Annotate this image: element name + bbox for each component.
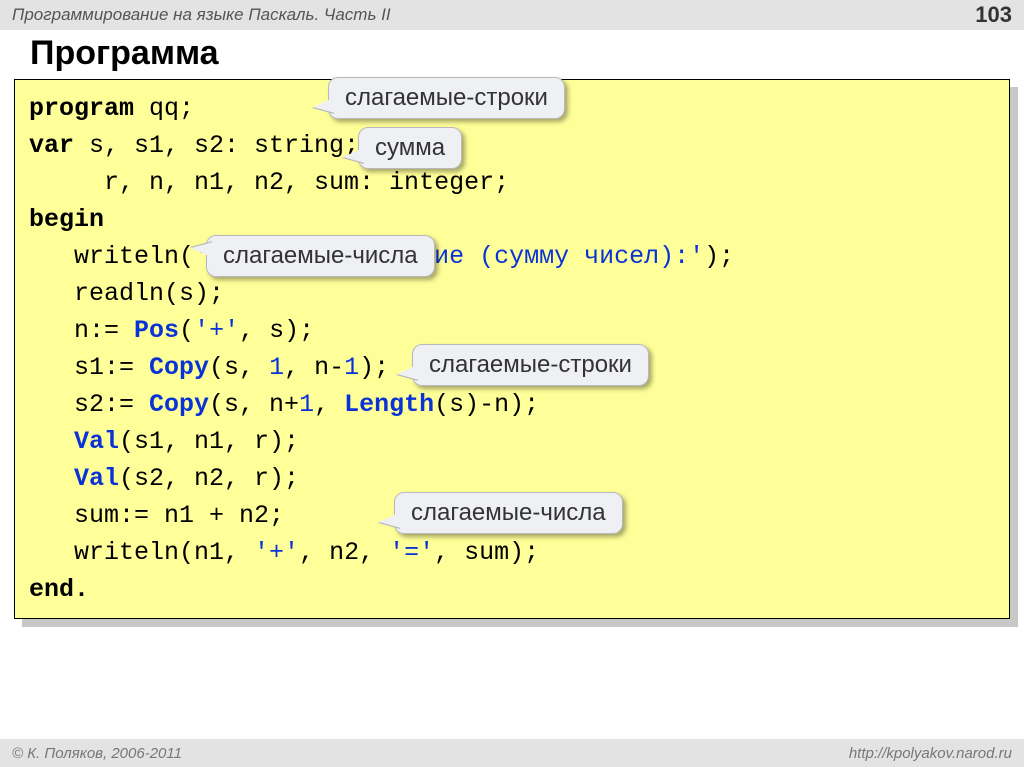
header-title: Программирование на языке Паскаль. Часть… xyxy=(12,5,391,25)
callout-addends-strings-1: слагаемые-строки xyxy=(328,77,565,119)
callout-tail-icon xyxy=(191,242,213,258)
slide-title: Программа xyxy=(0,30,1024,79)
callout-tail-icon xyxy=(397,364,419,380)
callout-label: слагаемые-строки xyxy=(429,351,632,378)
callout-label: слагаемые-строки xyxy=(345,84,548,111)
code-block: program qq; var s, s1, s2: string; r, n,… xyxy=(14,79,1010,619)
footer-copyright: © К. Поляков, 2006-2011 xyxy=(12,745,182,762)
callout-tail-icon xyxy=(343,147,365,163)
callout-tail-icon xyxy=(313,97,335,113)
callout-addends-strings-2: слагаемые-строки xyxy=(412,344,649,386)
callout-addends-numbers-2: слагаемые-числа xyxy=(394,492,623,534)
callout-tail-icon xyxy=(379,512,401,528)
footer-bar: © К. Поляков, 2006-2011 http://kpolyakov… xyxy=(0,739,1024,767)
callout-addends-numbers-1: слагаемые-числа xyxy=(206,235,435,277)
callout-sum: сумма xyxy=(358,127,462,169)
callout-label: слагаемые-числа xyxy=(411,499,606,526)
page-number: 103 xyxy=(975,2,1012,28)
callout-label: слагаемые-числа xyxy=(223,242,418,269)
callout-label: сумма xyxy=(375,134,445,161)
footer-url: http://kpolyakov.narod.ru xyxy=(849,745,1012,762)
header-bar: Программирование на языке Паскаль. Часть… xyxy=(0,0,1024,30)
